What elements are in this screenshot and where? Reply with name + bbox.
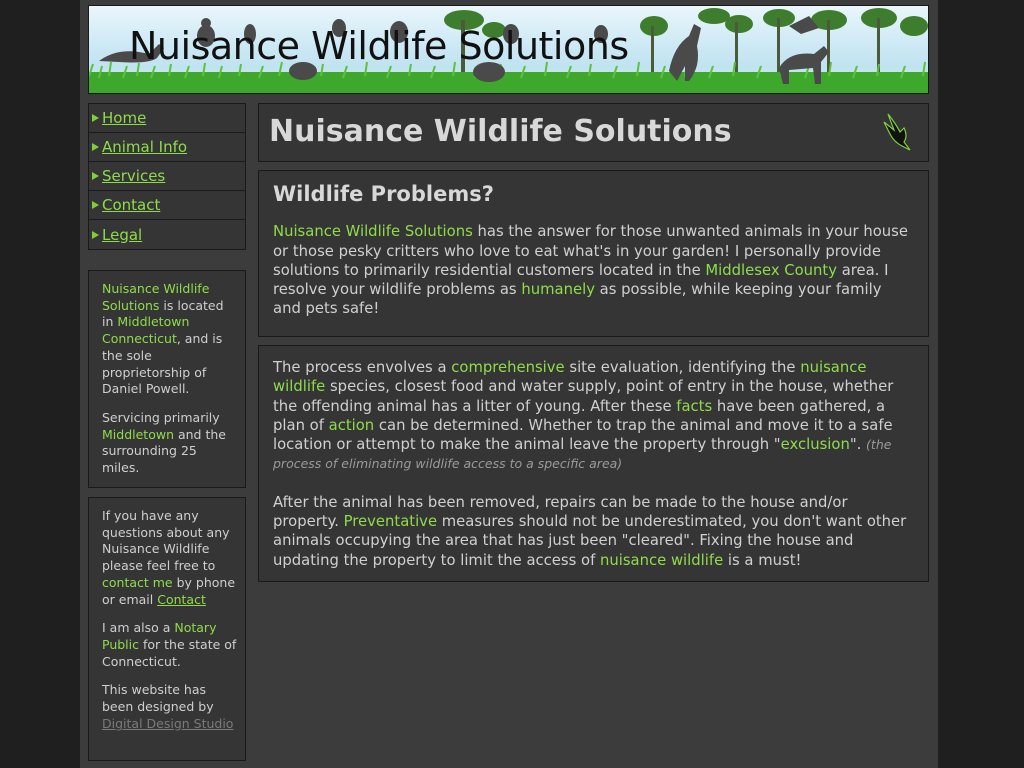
nav-link-legal[interactable]: Legal xyxy=(102,226,142,244)
nav-item-services[interactable]: Services xyxy=(89,162,245,191)
nav-link-animal-info[interactable]: Animal Info xyxy=(102,138,187,156)
arrow-right-icon xyxy=(92,143,99,151)
arrow-right-icon xyxy=(92,230,99,239)
sidebar-location-text: Nuisance Wildlife Solutions is located i… xyxy=(102,281,224,397)
after-paragraph: After the animal has been removed, repai… xyxy=(273,493,907,569)
bird-icon xyxy=(883,113,911,151)
humanely-text: humanely xyxy=(521,281,595,299)
contact-link[interactable]: Contact xyxy=(157,592,206,607)
process-paragraph: The process envolves a comprehensive sit… xyxy=(273,359,894,472)
sidebar-location-box: Nuisance Wildlife Solutions is located i… xyxy=(88,270,246,488)
nav-link-home[interactable]: Home xyxy=(102,109,146,127)
page-title: Nuisance Wildlife Solutions xyxy=(269,114,732,149)
content-header: Nuisance Wildlife Solutions xyxy=(258,103,929,162)
arrow-right-icon xyxy=(92,201,99,209)
designer-link[interactable]: Digital Design Studio xyxy=(102,716,233,731)
arrow-right-icon xyxy=(92,114,99,122)
process-section: The process envolves a comprehensive sit… xyxy=(258,345,929,582)
main-nav: Home Animal Info Services Contact Legal xyxy=(88,103,246,250)
intro-paragraph: Nuisance Wildlife Solutions has the answ… xyxy=(273,223,908,318)
contact-me-text: contact me xyxy=(102,574,173,590)
section-heading: Wildlife Problems? xyxy=(273,182,494,206)
nav-link-services[interactable]: Services xyxy=(102,167,165,185)
sidebar-notary-text: I am also a Notary Public for the state … xyxy=(102,620,237,669)
nav-item-animal-info[interactable]: Animal Info xyxy=(89,133,245,162)
sidebar-servicing-text: Servicing primarily Middletown and the s… xyxy=(102,409,226,476)
sidebar-contact-box: If you have any questions about any Nuis… xyxy=(88,497,246,761)
county-name: Middlesex County xyxy=(705,261,837,279)
banner-title: Nuisance Wildlife Solutions xyxy=(129,24,629,68)
nav-item-home[interactable]: Home xyxy=(89,104,245,133)
site-banner: Nuisance Wildlife Solutions xyxy=(88,5,929,94)
sidebar-designer-text: This website has been designed by Digita… xyxy=(102,682,234,731)
sidebar-questions-text: If you have any questions about any Nuis… xyxy=(102,508,236,607)
nav-item-legal[interactable]: Legal xyxy=(89,220,245,249)
arrow-right-icon xyxy=(92,172,99,180)
intro-section: Wildlife Problems? Nuisance Wildlife Sol… xyxy=(258,170,929,337)
nav-link-contact[interactable]: Contact xyxy=(102,196,160,214)
page-container: Nuisance Wildlife Solutions Home Animal … xyxy=(80,0,938,768)
service-area: Middletown xyxy=(102,426,174,442)
nav-item-contact[interactable]: Contact xyxy=(89,191,245,220)
company-name: Nuisance Wildlife Solutions xyxy=(273,223,473,241)
